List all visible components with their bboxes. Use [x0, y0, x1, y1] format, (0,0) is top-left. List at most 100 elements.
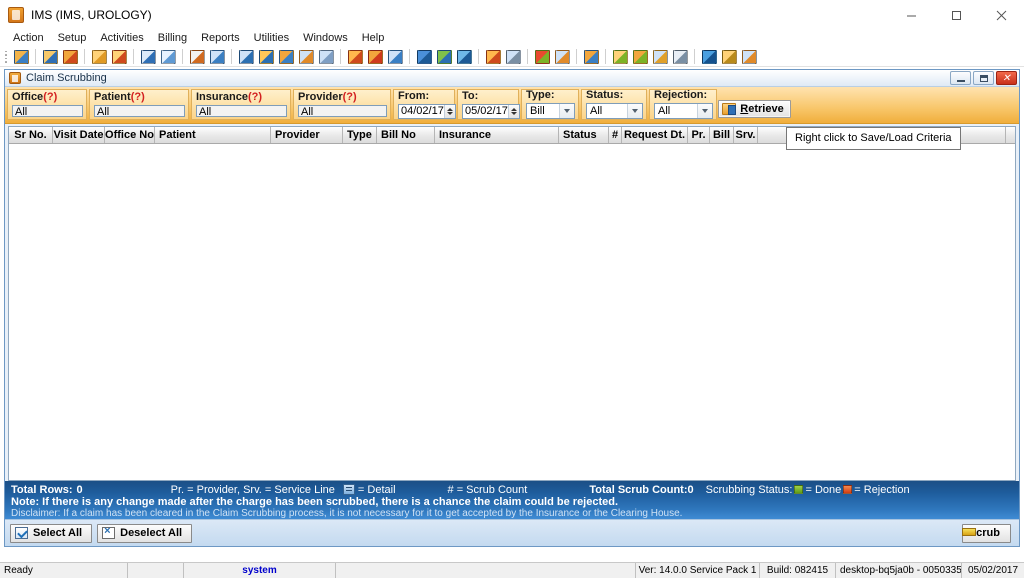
add-patient-icon: [42, 49, 58, 64]
grid-column-header-bill[interactable]: Bill: [710, 127, 734, 143]
rejection-filter-group: Rejection: All: [649, 89, 717, 120]
lab-flask-button[interactable]: [158, 48, 178, 66]
lock-button[interactable]: [719, 48, 739, 66]
retrieve-button[interactable]: Retrieve: [718, 100, 791, 118]
superbill-button[interactable]: [187, 48, 207, 66]
rejection-filter-select[interactable]: All: [654, 103, 713, 119]
patient-payment-button[interactable]: [316, 48, 336, 66]
globe-button[interactable]: [454, 48, 474, 66]
from-date-spinner[interactable]: [443, 104, 455, 118]
grid-column-header-patient[interactable]: Patient: [155, 127, 271, 143]
provider-filter-label: Provider(?): [298, 91, 357, 103]
retrieve-label: etrieve: [748, 103, 784, 115]
maximize-restore-button[interactable]: [934, 0, 979, 30]
type-filter-select[interactable]: Bill: [526, 103, 575, 119]
refresh-globe-button[interactable]: [434, 48, 454, 66]
charges-button[interactable]: [256, 48, 276, 66]
to-date-spinner[interactable]: [507, 104, 519, 118]
grid-column-header-request-dt[interactable]: Request Dt.: [622, 127, 688, 143]
child-close-button[interactable]: ✕: [996, 71, 1017, 85]
status-filter-select[interactable]: All: [586, 103, 643, 119]
deselect-all-label: Deselect All: [120, 527, 183, 539]
grid-column-header-office-no[interactable]: Office No: [105, 127, 155, 143]
grid-column-header-status[interactable]: Status: [559, 127, 609, 143]
scrub-button[interactable]: Scrub: [961, 523, 1011, 543]
bar-chart-button[interactable]: [532, 48, 552, 66]
select-all-button[interactable]: Select All: [10, 523, 93, 543]
menu-item-help[interactable]: Help: [355, 30, 392, 47]
menu-item-activities[interactable]: Activities: [93, 30, 150, 47]
grid-column-header-type[interactable]: Type: [343, 127, 377, 143]
add-patient-button[interactable]: [40, 48, 60, 66]
grid-column-header-insurance[interactable]: Insurance: [435, 127, 559, 143]
documents-button[interactable]: [207, 48, 227, 66]
globe-icon: [456, 49, 472, 64]
grid-column-header-pr[interactable]: Pr.: [688, 127, 710, 143]
scheduler-button[interactable]: [365, 48, 385, 66]
grid-column-header-sr-no[interactable]: Sr No.: [9, 127, 53, 143]
menu-item-windows[interactable]: Windows: [296, 30, 355, 47]
insurance-filter-input[interactable]: All: [196, 105, 287, 117]
eligibility-icon: [652, 49, 668, 64]
edit-note-button[interactable]: [109, 48, 129, 66]
payment-icon: [238, 49, 254, 64]
menu-item-utilities[interactable]: Utilities: [247, 30, 296, 47]
claims-button[interactable]: [276, 48, 296, 66]
status-ready: Ready: [0, 563, 128, 578]
to-date-input[interactable]: 05/02/17: [462, 103, 520, 119]
report-print-icon: [505, 49, 521, 64]
select-all-label: Select All: [33, 527, 83, 539]
retrieve-icon: [722, 103, 737, 115]
payment-button[interactable]: [236, 48, 256, 66]
edit-patient-button[interactable]: [60, 48, 80, 66]
minimize-button[interactable]: [889, 0, 934, 30]
from-date-input[interactable]: 04/02/17: [398, 103, 456, 119]
claims-grid: Sr No. Visit Date Office No Patient Provider…: [8, 126, 1016, 481]
help-icon: [701, 49, 717, 64]
appointment-button[interactable]: [385, 48, 405, 66]
report-chart-button[interactable]: [483, 48, 503, 66]
office-filter-group: Office(?) All: [7, 89, 87, 120]
eligibility-button[interactable]: [650, 48, 670, 66]
claim-scrubbing-icon: [9, 72, 21, 84]
grid-column-header-bill-no[interactable]: Bill No: [377, 127, 435, 143]
child-minimize-button[interactable]: [950, 71, 971, 85]
menu-item-billing[interactable]: Billing: [151, 30, 194, 47]
toolbar-separator: [409, 49, 410, 64]
type-filter-group: Type: Bill: [521, 89, 579, 120]
grid-column-header-provider[interactable]: Provider: [271, 127, 343, 143]
patient-filter-input[interactable]: All: [94, 105, 185, 117]
analytics-button[interactable]: [581, 48, 601, 66]
grid-body[interactable]: [9, 144, 1015, 480]
rejection-filter-value: All: [658, 105, 671, 117]
menu-item-setup[interactable]: Setup: [51, 30, 94, 47]
deselect-all-button[interactable]: Deselect All: [97, 523, 193, 543]
grid-column-header-visit-date[interactable]: Visit Date: [53, 127, 105, 143]
statement-button[interactable]: [670, 48, 690, 66]
action-bar: Select All Deselect All Scrub: [5, 519, 1019, 546]
grid-column-header-srv[interactable]: Srv.: [734, 127, 758, 143]
exit-button[interactable]: [739, 48, 759, 66]
close-button[interactable]: [979, 0, 1024, 30]
tasks-button[interactable]: [610, 48, 630, 66]
open-folder-button[interactable]: [89, 48, 109, 66]
scrub-icon: [966, 532, 969, 534]
prescription-button[interactable]: [138, 48, 158, 66]
help-button[interactable]: [699, 48, 719, 66]
toolbar-grip[interactable]: [3, 50, 8, 64]
menu-item-reports[interactable]: Reports: [194, 30, 247, 47]
patient-button[interactable]: [11, 48, 31, 66]
office-filter-input[interactable]: All: [12, 105, 83, 117]
child-restore-button[interactable]: [973, 71, 994, 85]
insurance-filter-label: Insurance(?): [196, 91, 263, 103]
grid-column-header-[interactable]: #: [609, 127, 622, 143]
ledger-grid-button[interactable]: [345, 48, 365, 66]
exchange-button[interactable]: [630, 48, 650, 66]
contact-card-button[interactable]: [552, 48, 572, 66]
toolbar-separator: [35, 49, 36, 64]
back-arrow-button[interactable]: [414, 48, 434, 66]
menu-item-action[interactable]: Action: [6, 30, 51, 47]
provider-filter-input[interactable]: All: [298, 105, 387, 117]
report-print-button[interactable]: [503, 48, 523, 66]
insurance-payment-button[interactable]: [296, 48, 316, 66]
